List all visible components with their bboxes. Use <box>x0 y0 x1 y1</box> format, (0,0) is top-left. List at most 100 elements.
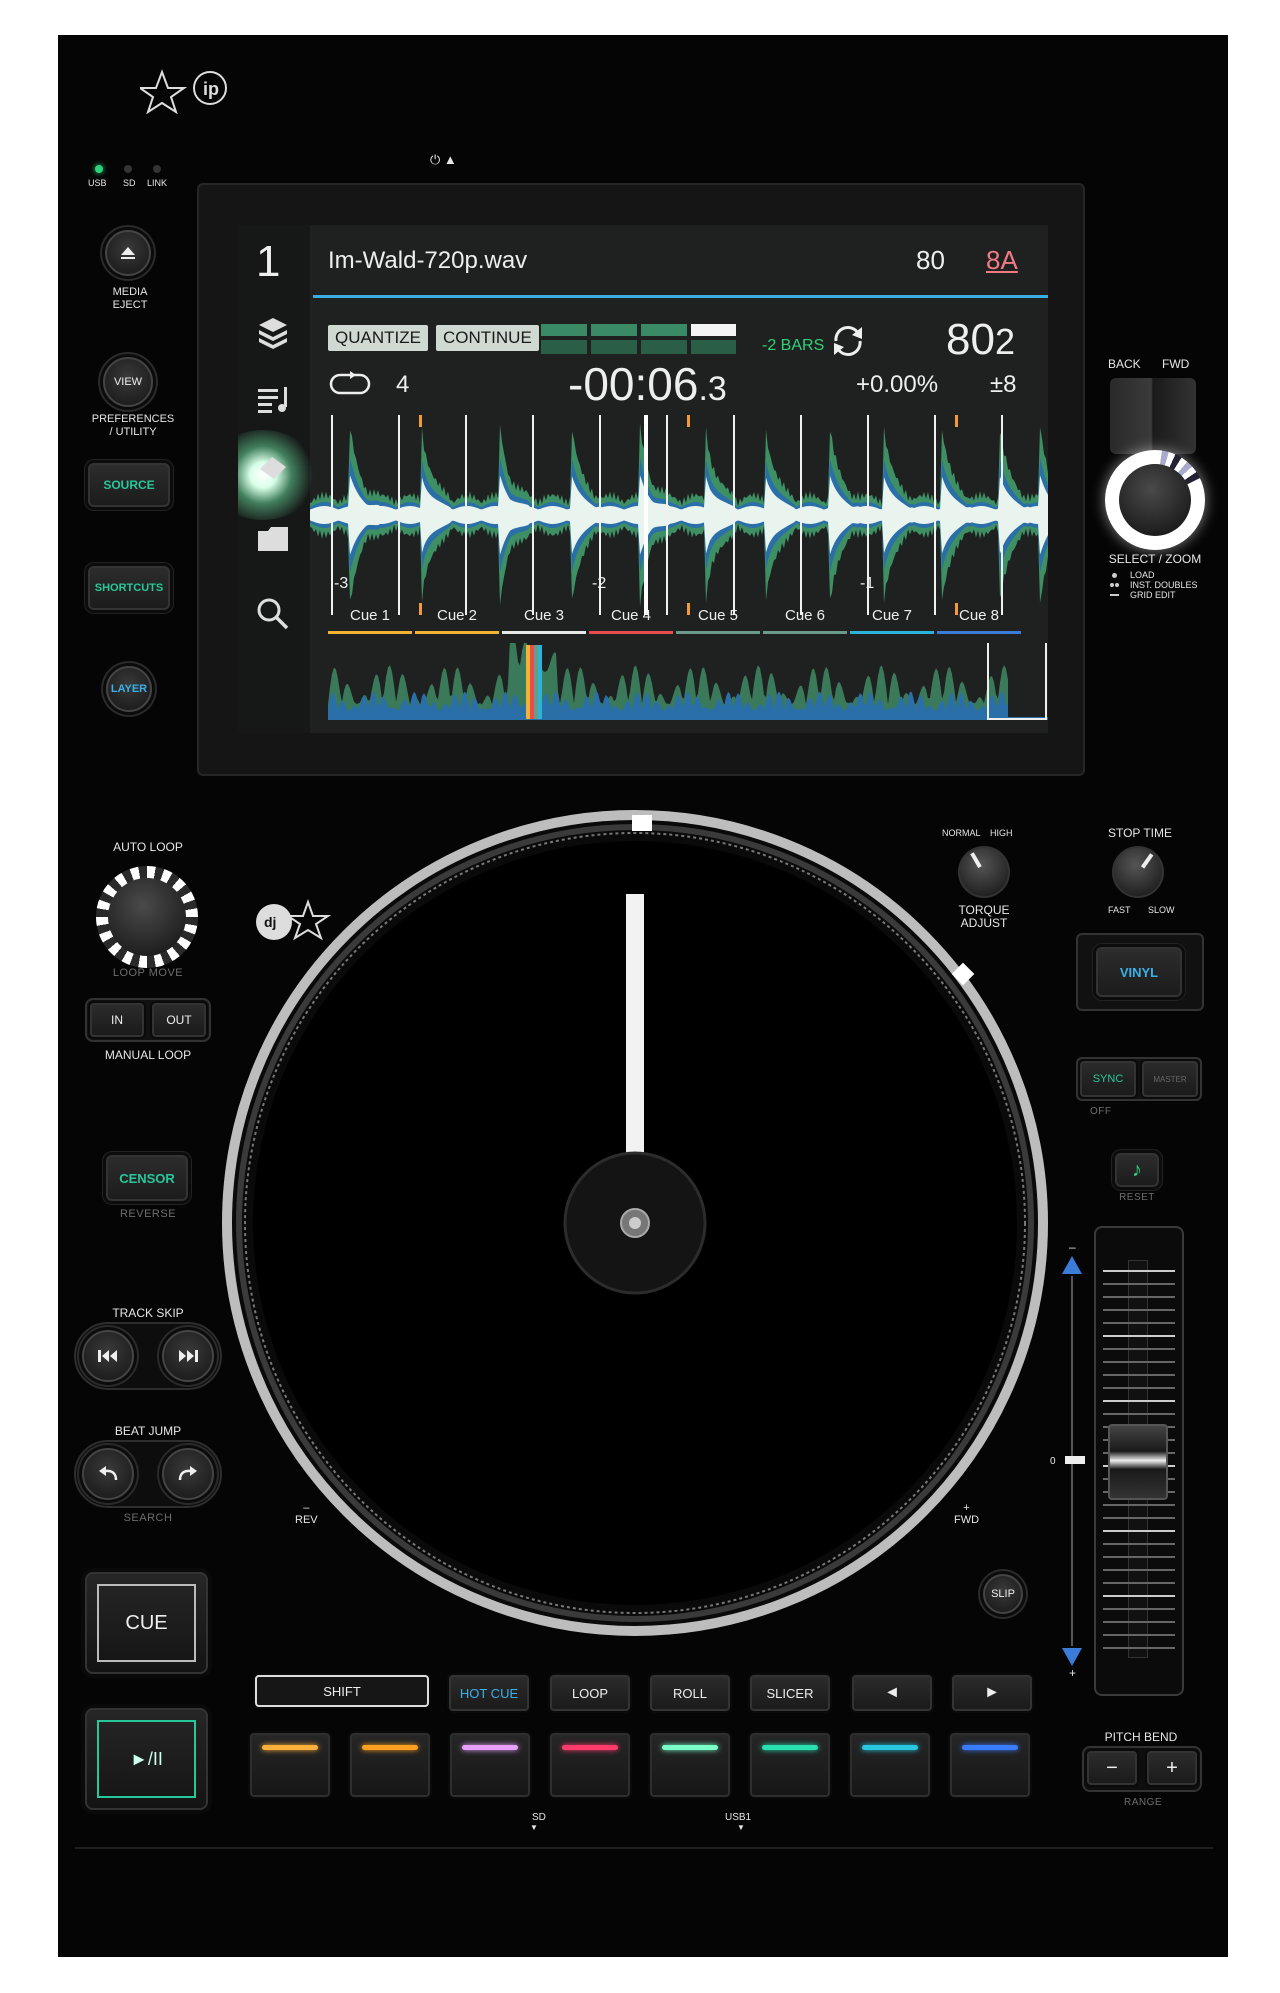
bpm-main: 80 <box>946 315 995 364</box>
performance-pad-1[interactable] <box>250 1733 330 1797</box>
stack-icon[interactable] <box>256 315 290 349</box>
view-button[interactable]: VIEW <box>103 357 153 407</box>
svg-text:ip: ip <box>203 79 219 99</box>
pitch-range: ±8 <box>990 371 1017 398</box>
time-display: -00:06.3 <box>568 357 727 411</box>
layer-button[interactable]: LAYER <box>106 666 152 712</box>
touchscreen[interactable]: 1 Im-Wald-720p.wav 80 8A QUANTIZE CONTIN… <box>238 225 1048 733</box>
bars-countdown: -2 BARS <box>762 337 825 354</box>
quantize-button[interactable]: QUANTIZE <box>328 325 428 351</box>
sync-button[interactable]: SYNC <box>1080 1061 1136 1097</box>
overview-waveform[interactable] <box>328 643 1048 725</box>
play-pause-button[interactable]: ►/II <box>85 1708 208 1810</box>
sd-slot-label: SD <box>532 1812 546 1823</box>
track-number: 80 <box>916 245 945 275</box>
pitch-zero-label: 0 <box>1050 1456 1056 1467</box>
continue-button[interactable]: CONTINUE <box>436 325 539 351</box>
key-lock-button[interactable]: ♪ <box>1115 1153 1159 1187</box>
cue-strip: Cue 1 Cue 2 Cue 3 Cue 4 Cue 5 Cue 6 Cue … <box>328 607 1048 637</box>
pitch-bend-plus-button[interactable]: + <box>1147 1751 1197 1785</box>
hot-cue-button[interactable]: HOT CUE <box>449 1675 529 1711</box>
media-eject-button[interactable] <box>105 230 151 276</box>
beat-jump-label: BEAT JUMP <box>114 1424 182 1438</box>
back-label: BACK <box>1108 357 1141 371</box>
usb1-slot-arrow: ▼ <box>737 1823 745 1832</box>
auto-loop-knob[interactable] <box>96 866 198 968</box>
performance-pad-2[interactable] <box>350 1733 430 1797</box>
performance-pad-7[interactable] <box>850 1733 930 1797</box>
cue-button[interactable]: CUE <box>85 1572 208 1674</box>
folder-icon[interactable] <box>256 525 290 553</box>
beat-jump-forward-button[interactable] <box>162 1448 214 1500</box>
sd-led-label: SD <box>123 178 136 188</box>
rev-label: – REV <box>295 1502 318 1526</box>
shift-button[interactable]: SHIFT <box>255 1675 429 1707</box>
svg-text:dj: dj <box>264 914 276 930</box>
loop-in-button[interactable]: IN <box>90 1003 144 1037</box>
skip-back-icon <box>98 1350 117 1362</box>
performance-pad-8[interactable] <box>950 1733 1030 1797</box>
beat-marker-3: -1 <box>860 575 875 592</box>
track-skip-label: TRACK SKIP <box>112 1306 184 1320</box>
slow-label: SLOW <box>1148 905 1175 915</box>
cue-6-bar <box>763 631 847 634</box>
cue-6-label[interactable]: Cue 6 <box>763 607 847 624</box>
fast-label: FAST <box>1108 905 1131 915</box>
usb-led-label: USB <box>88 178 107 188</box>
skip-forward-icon <box>179 1350 198 1362</box>
select-zoom-knob[interactable] <box>1105 450 1205 550</box>
sd-slot-arrow: ▼ <box>530 1823 538 1832</box>
cue-8-bar <box>937 631 1021 634</box>
preferences-label: PREFERENCES / UTILITY <box>91 413 175 438</box>
performance-pad-5[interactable] <box>650 1733 730 1797</box>
cue-button-label: CUE <box>97 1584 196 1662</box>
cue-1-label[interactable]: Cue 1 <box>328 607 412 624</box>
cue-2-label[interactable]: Cue 2 <box>415 607 499 624</box>
eject-icon <box>121 247 135 259</box>
cue-3-label[interactable]: Cue 3 <box>502 607 586 624</box>
performance-pad-4[interactable] <box>550 1733 630 1797</box>
jog-wheel[interactable] <box>220 808 1050 1638</box>
performance-pad-3[interactable] <box>450 1733 530 1797</box>
performance-pad-6[interactable] <box>750 1733 830 1797</box>
track-skip-back-button[interactable] <box>82 1330 134 1382</box>
prepare-icon[interactable] <box>256 453 290 483</box>
brand-logo: ip <box>140 69 227 114</box>
back-fwd-buttons[interactable] <box>1110 378 1196 454</box>
slip-button[interactable]: SLIP <box>983 1574 1023 1614</box>
cue-7-label[interactable]: Cue 7 <box>850 607 934 624</box>
usb1-slot-label: USB1 <box>725 1812 752 1823</box>
redo-arrow-icon <box>178 1466 197 1481</box>
pitch-bend-minus-button[interactable]: − <box>1087 1751 1137 1785</box>
roll-button[interactable]: ROLL <box>650 1675 730 1711</box>
pad-page-prev-button[interactable]: ◄ <box>852 1675 932 1711</box>
playlist-icon[interactable] <box>258 385 292 415</box>
master-button[interactable]: MASTER <box>1142 1061 1198 1097</box>
shortcuts-button[interactable]: SHORTCUTS <box>88 566 170 610</box>
load-label: LOAD <box>1130 570 1155 580</box>
off-label: OFF <box>1090 1106 1112 1117</box>
inst-doubles-dots <box>1110 583 1119 588</box>
slicer-button[interactable]: SLICER <box>750 1675 830 1711</box>
beat-counter <box>541 324 736 354</box>
track-skip-forward-button[interactable] <box>162 1330 214 1382</box>
loop-mode-button[interactable]: LOOP <box>550 1675 630 1711</box>
censor-button[interactable]: CENSOR <box>106 1155 188 1201</box>
vinyl-button[interactable]: VINYL <box>1096 947 1182 997</box>
loop-out-button[interactable]: OUT <box>152 1003 206 1037</box>
cue-5-bar <box>676 631 760 634</box>
source-button[interactable]: SOURCE <box>88 463 170 507</box>
stop-time-label: STOP TIME <box>1107 826 1173 840</box>
reset-label: RESET <box>1119 1192 1155 1203</box>
platter-position-indicator <box>626 894 644 1184</box>
beat-jump-back-button[interactable] <box>82 1448 134 1500</box>
cue-8-label[interactable]: Cue 8 <box>937 607 1021 624</box>
pitch-fader-handle[interactable] <box>1108 1424 1168 1500</box>
main-waveform <box>310 415 1048 615</box>
load-dot <box>1112 573 1117 578</box>
cue-5-label[interactable]: Cue 5 <box>676 607 760 624</box>
stop-time-knob[interactable] <box>1112 846 1164 898</box>
search-icon[interactable] <box>256 597 290 631</box>
pad-page-next-button[interactable]: ► <box>952 1675 1032 1711</box>
cue-4-label[interactable]: Cue 4 <box>589 607 673 624</box>
